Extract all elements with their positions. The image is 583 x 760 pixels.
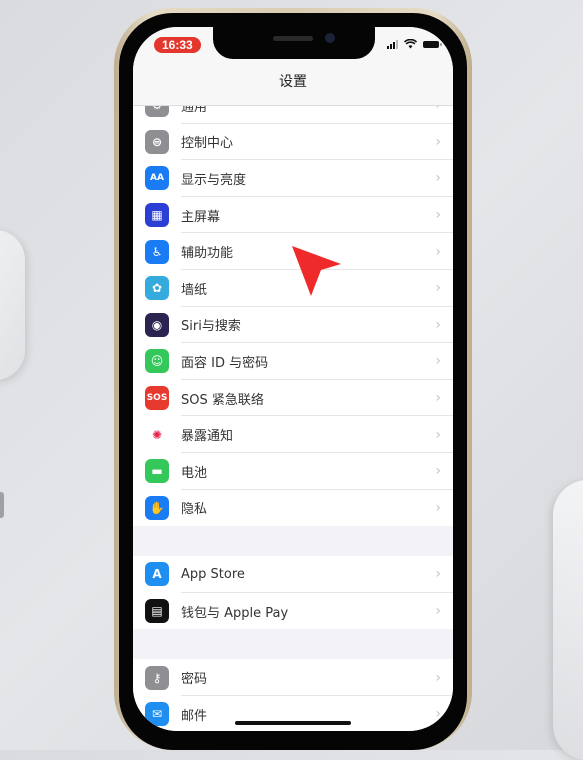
chevron-right-icon: › <box>435 207 441 224</box>
chevron-right-icon: › <box>435 669 441 686</box>
camera <box>325 33 335 43</box>
home-indicator[interactable] <box>235 721 351 725</box>
background-object-right <box>553 480 583 760</box>
settings-list: ⚙通用›⊜控制中心›AA显示与亮度›▦主屏幕›♿辅助功能›✿墙纸›◉Siri与搜… <box>133 87 453 731</box>
settings-row[interactable]: SOS SOS 紧急联络 › <box>133 380 453 417</box>
settings-row[interactable]: A App Store › <box>133 556 453 593</box>
mail-icon: ✉ <box>145 702 169 727</box>
chevron-right-icon: › <box>435 603 441 620</box>
settings-row[interactable]: ▦ 主屏幕 › <box>133 197 453 234</box>
settings-group: ⚙通用›⊜控制中心›AA显示与亮度›▦主屏幕›♿辅助功能›✿墙纸›◉Siri与搜… <box>133 87 453 527</box>
display-brightness-icon: AA <box>145 166 169 191</box>
settings-row[interactable]: AA 显示与亮度 › <box>133 160 453 197</box>
phone-screen: 16:33 设置 ⚙通用›⊜控制中心›AA显示与亮度›▦主屏幕›♿辅助功能›✿墙 <box>133 27 453 731</box>
settings-row[interactable]: ▬ 电池 › <box>133 453 453 490</box>
speaker <box>273 36 313 41</box>
settings-row-label: 密码 <box>181 672 208 688</box>
settings-row[interactable]: ☺ 面容 ID 与密码 › <box>133 343 453 380</box>
settings-row-label: App Store <box>181 566 245 582</box>
privacy-hand-icon: ✋ <box>145 495 169 520</box>
page-title: 设置 <box>279 74 307 90</box>
battery-icon: ▬ <box>145 459 169 484</box>
background-object-left <box>0 230 25 380</box>
chevron-right-icon: › <box>435 706 441 723</box>
settings-row-label: 主屏幕 <box>181 209 221 225</box>
settings-row-label: 控制中心 <box>181 136 234 152</box>
status-time: 16:33 <box>154 37 201 53</box>
face-id-icon: ☺ <box>145 349 169 374</box>
group-spacer <box>133 629 453 660</box>
settings-row[interactable]: ⚷ 密码 › <box>133 659 453 696</box>
wallet-icon: ▤ <box>145 599 169 624</box>
settings-row[interactable]: ◉ Siri与搜索 › <box>133 307 453 344</box>
red-pointer-cursor-icon <box>292 246 341 296</box>
chevron-right-icon: › <box>435 353 441 370</box>
chevron-right-icon: › <box>435 170 441 187</box>
settings-row-label: 隐私 <box>181 502 208 518</box>
app-store-icon: A <box>145 562 169 587</box>
settings-row[interactable]: ⊜ 控制中心 › <box>133 124 453 161</box>
control-center-icon: ⊜ <box>145 129 169 154</box>
settings-row-label: 钱包与 Apple Pay <box>181 605 289 621</box>
chevron-right-icon: › <box>435 133 441 150</box>
settings-row-label: Siri与搜索 <box>181 319 241 335</box>
wallpaper-icon: ✿ <box>145 276 169 301</box>
exposure-notification-icon: ✺ <box>145 422 169 447</box>
wifi-icon <box>404 39 417 49</box>
settings-group: A App Store › ▤ 钱包与 Apple Pay › <box>133 556 453 630</box>
settings-row-label: 面容 ID 与密码 <box>181 355 269 371</box>
chevron-right-icon: › <box>435 390 441 407</box>
settings-row-label: 暴露通知 <box>181 429 234 445</box>
chevron-right-icon: › <box>435 280 441 297</box>
chevron-right-icon: › <box>435 426 441 443</box>
chevron-right-icon: › <box>435 316 441 333</box>
settings-row[interactable]: ✋ 隐私 › <box>133 490 453 527</box>
sos-icon: SOS <box>145 386 169 411</box>
nav-bar: 设置 <box>133 67 453 106</box>
settings-row[interactable]: ✺ 暴露通知 › <box>133 416 453 453</box>
settings-row-label: 显示与亮度 <box>181 172 247 188</box>
key-icon: ⚷ <box>145 665 169 690</box>
signal-icon <box>387 39 398 49</box>
home-screen-icon: ▦ <box>145 203 169 228</box>
chevron-right-icon: › <box>435 463 441 480</box>
settings-row[interactable]: ✉ 邮件 › <box>133 696 453 731</box>
chevron-right-icon: › <box>435 566 441 583</box>
battery-status-icon <box>423 40 442 48</box>
background-object-left-small <box>0 492 4 518</box>
chevron-right-icon: › <box>435 499 441 516</box>
notch <box>213 27 375 59</box>
chevron-right-icon: › <box>435 243 441 260</box>
accessibility-icon: ♿ <box>145 239 169 264</box>
settings-row-label: 电池 <box>181 465 208 481</box>
siri-icon: ◉ <box>145 312 169 337</box>
phone-frame: 16:33 设置 ⚙通用›⊜控制中心›AA显示与亮度›▦主屏幕›♿辅助功能›✿墙 <box>114 8 472 750</box>
group-spacer <box>133 526 453 557</box>
settings-row-label: SOS 紧急联络 <box>181 392 264 408</box>
phone-bezel: 16:33 设置 ⚙通用›⊜控制中心›AA显示与亮度›▦主屏幕›♿辅助功能›✿墙 <box>119 13 467 750</box>
settings-row[interactable]: ▤ 钱包与 Apple Pay › <box>133 593 453 630</box>
